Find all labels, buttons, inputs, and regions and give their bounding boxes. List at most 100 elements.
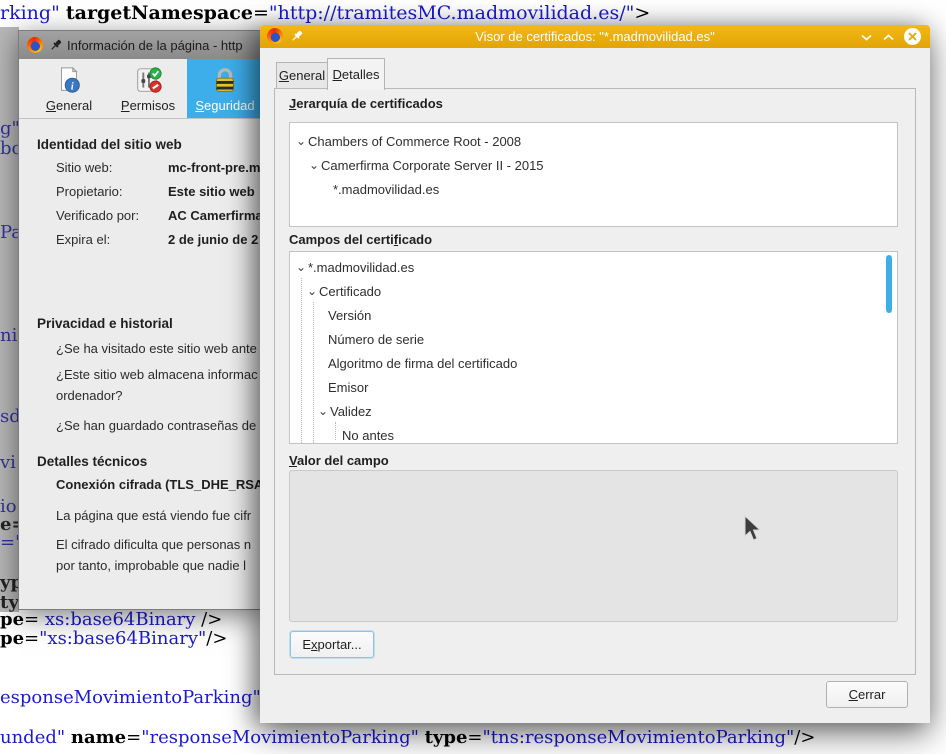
code-seg: />: [195, 609, 222, 630]
code-seg: pe: [0, 609, 24, 630]
code-line-element: unded" name="responseMovimientoParking" …: [0, 727, 815, 748]
chevron-down-icon[interactable]: ⌄: [318, 405, 330, 417]
privacy-question: ordenador?: [56, 388, 123, 403]
button-label: Exportar...: [302, 637, 361, 652]
code-seg: />: [206, 628, 227, 649]
tree-item-label: Certificado: [319, 284, 381, 299]
field-value-label: Valor del campo: [289, 453, 389, 468]
fields-label: Campos del certificado: [289, 232, 432, 247]
tab-seguridad-pageinfo[interactable]: Seguridad: [187, 59, 263, 118]
certificate-fields-tree: ⌄ *.madmovilidad.es ⌄ Certificado Versió…: [289, 251, 898, 444]
cert-viewer-titlebar[interactable]: Visor de certificados: "*.madmovilidad.e…: [260, 25, 930, 48]
button-label: Cerrar: [849, 687, 886, 702]
code-line-base64-1: pe= xs:base64Binary />: [0, 609, 222, 630]
code-line-response-parking: esponseMovimientoParking">: [0, 687, 276, 708]
code-seg: name: [71, 727, 126, 748]
tree-item-label: Emisor: [328, 380, 368, 395]
page-info-title: Información de la página - http: [19, 31, 261, 59]
privacy-question: ¿Se ha visitado este sitio web ante: [56, 341, 257, 356]
row-value: 2 de junio de 2: [168, 232, 258, 247]
tab-general-pageinfo[interactable]: i General: [31, 59, 107, 118]
row-label: Expira el:: [56, 232, 110, 247]
code-seg: "http://tramitesMC.madmovilidad.es/": [269, 2, 635, 24]
code-seg: =: [253, 2, 269, 24]
code-seg: =: [467, 727, 482, 748]
chevron-down-icon[interactable]: ⌄: [307, 285, 319, 297]
tab-label: General: [46, 98, 92, 113]
code-seg: type: [425, 727, 468, 748]
svg-text:i: i: [71, 81, 74, 92]
scrollbar-thumb[interactable]: [886, 255, 892, 313]
field-item-certificado[interactable]: ⌄ Certificado: [290, 279, 897, 303]
tree-item-label: *.madmovilidad.es: [333, 182, 439, 197]
tree-item-label: Chambers of Commerce Root - 2008: [308, 134, 521, 149]
tree-item-label: Algoritmo de firma del certificado: [328, 356, 517, 371]
chevron-down-icon[interactable]: ⌄: [296, 135, 308, 147]
row-value: mc-front-pre.m: [168, 160, 260, 175]
tree-item-label: Número de serie: [328, 332, 424, 347]
tree-item-label: Versión: [328, 308, 371, 323]
tree-guide-line: [313, 302, 314, 443]
row-value: Este sitio web: [168, 184, 255, 199]
row-label: Propietario:: [56, 184, 122, 199]
tree-guide-line: [301, 278, 302, 443]
page-info-dialog: Información de la página - http i Genera…: [18, 30, 262, 610]
connection-cipher: Conexión cifrada (TLS_DHE_RSA_: [56, 477, 271, 492]
tab-label: General: [279, 68, 325, 83]
code-seg: pe: [0, 628, 24, 649]
hierarchy-item-leaf[interactable]: *.madmovilidad.es: [290, 177, 897, 201]
privacy-question: ¿Se han guardado contraseñas de: [56, 418, 256, 433]
tab-label: Permisos: [121, 98, 175, 113]
field-item-issuer[interactable]: Emisor: [290, 375, 897, 399]
tree-guide-line: [335, 422, 336, 440]
screen: rking" targetNamespace="http://tramitesM…: [0, 0, 946, 754]
code-seg: =: [24, 628, 39, 649]
code-seg: targetNamespace: [66, 2, 253, 24]
code-seg: =: [24, 609, 45, 630]
tree-item-label: No antes: [342, 428, 394, 443]
tree-item-label: Camerfirma Corporate Server II - 2015: [321, 158, 544, 173]
code-seg: >: [634, 2, 650, 24]
tab-detalles[interactable]: Detalles: [327, 58, 385, 90]
certificate-hierarchy-tree: ⌄ Chambers of Commerce Root - 2008 ⌄ Cam…: [289, 122, 898, 227]
code-line-base64-2: pe="xs:base64Binary"/>: [0, 628, 227, 649]
tree-item-label: Validez: [330, 404, 372, 419]
certificate-viewer-dialog: Visor de certificados: "*.madmovilidad.e…: [260, 25, 930, 723]
chevron-down-icon[interactable]: ⌄: [296, 261, 308, 273]
minimize-button[interactable]: [858, 29, 874, 45]
code-line-target-namespace: rking" targetNamespace="http://tramitesM…: [0, 2, 650, 24]
maximize-button[interactable]: [880, 29, 896, 45]
field-item-signature-algorithm[interactable]: Algoritmo de firma del certificado: [290, 351, 897, 375]
close-dialog-button[interactable]: Cerrar: [826, 681, 908, 708]
tab-label: Detalles: [333, 67, 380, 82]
code-fragment: ni: [0, 325, 17, 346]
tab-permisos-pageinfo[interactable]: Permisos: [109, 59, 187, 118]
row-label: Verificado por:: [56, 208, 139, 223]
field-item-cert[interactable]: ⌄ *.madmovilidad.es: [290, 255, 897, 279]
chevron-down-icon[interactable]: ⌄: [309, 159, 321, 171]
hierarchy-label: Jerarquía de certificados: [289, 96, 443, 111]
field-item-not-before[interactable]: No antes: [290, 423, 897, 444]
hierarchy-item-intermediate[interactable]: ⌄ Camerfirma Corporate Server II - 2015: [290, 153, 897, 177]
code-seg: "tns:responseMovimientoParking": [483, 727, 795, 748]
security-lock-icon: [209, 66, 241, 96]
code-seg: =: [126, 727, 141, 748]
row-value: AC Camerfirma: [168, 208, 263, 223]
close-icon[interactable]: [904, 28, 921, 45]
page-info-titlebar[interactable]: Información de la página - http: [19, 31, 261, 59]
technical-line: El cifrado dificulta que personas n: [56, 537, 251, 552]
export-button[interactable]: Exportar...: [290, 631, 374, 658]
field-item-version[interactable]: Versión: [290, 303, 897, 327]
code-seg: "responseMovimientoParking": [141, 727, 424, 748]
field-item-serial[interactable]: Número de serie: [290, 327, 897, 351]
row-label: Sitio web:: [56, 160, 112, 175]
tab-label: Seguridad: [195, 98, 254, 113]
details-panel: Jerarquía de certificados ⌄ Chambers of …: [274, 88, 916, 675]
code-seg: />: [794, 727, 815, 748]
code-fragment: g": [0, 118, 20, 139]
field-value-textarea[interactable]: [289, 470, 898, 622]
code-seg: "xs:base64Binary": [39, 628, 206, 649]
field-item-validity[interactable]: ⌄ Validez: [290, 399, 897, 423]
hierarchy-item-root[interactable]: ⌄ Chambers of Commerce Root - 2008: [290, 129, 897, 153]
tab-general[interactable]: General: [276, 62, 327, 89]
